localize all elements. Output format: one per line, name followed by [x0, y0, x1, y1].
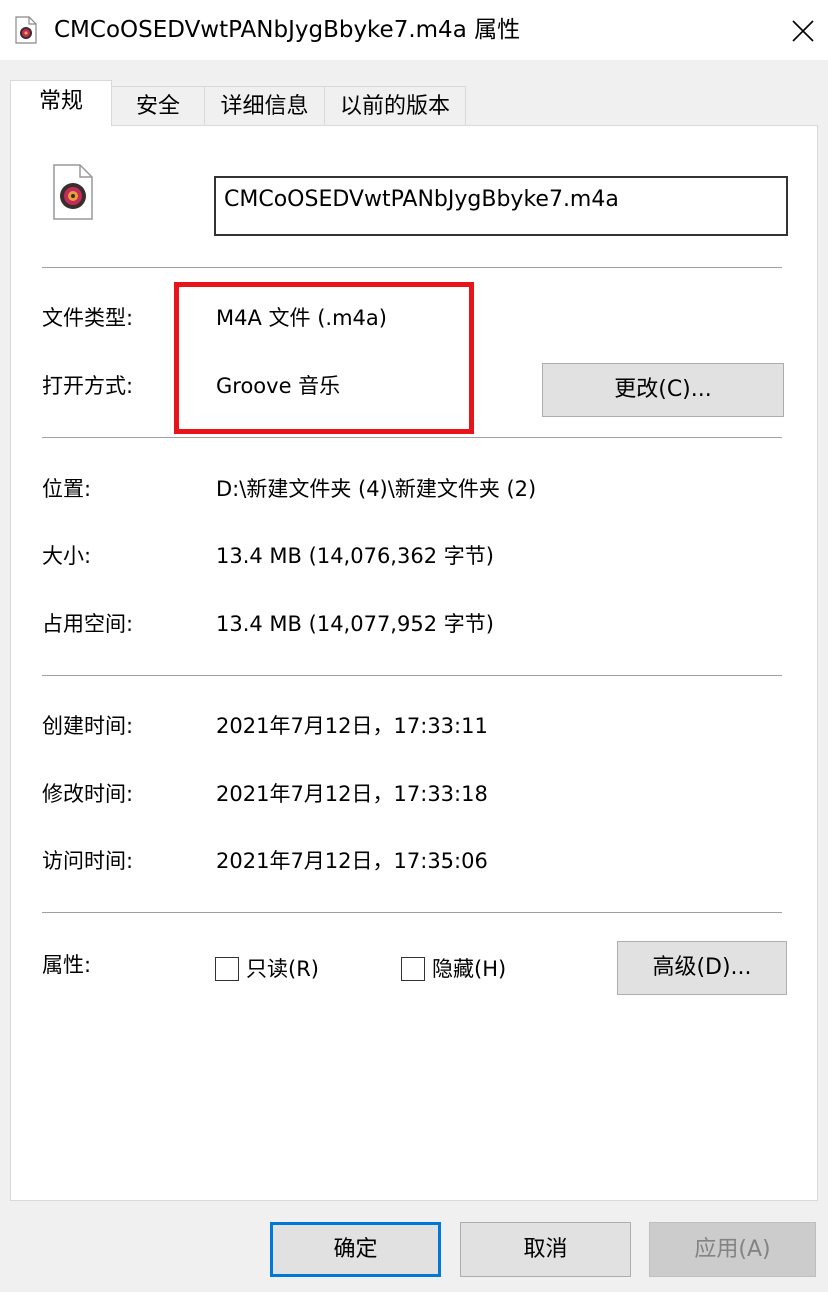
- separator: [42, 675, 782, 676]
- tab-previous-versions[interactable]: 以前的版本: [324, 86, 466, 126]
- readonly-checkbox[interactable]: [215, 957, 239, 981]
- tab-general[interactable]: 常规: [10, 80, 112, 126]
- size-on-disk-value: 13.4 MB (14,077,952 字节): [216, 612, 494, 636]
- location-value: D:\新建文件夹 (4)\新建文件夹 (2): [216, 477, 537, 501]
- file-type-label: 文件类型:: [42, 306, 134, 330]
- apply-button[interactable]: 应用(A): [649, 1222, 816, 1277]
- separator: [42, 437, 782, 438]
- advanced-button[interactable]: 高级(D)...: [617, 941, 787, 995]
- location-label: 位置:: [42, 477, 92, 501]
- tab-security[interactable]: 安全: [111, 86, 205, 126]
- change-button[interactable]: 更改(C)...: [542, 363, 784, 417]
- opens-with-label: 打开方式:: [42, 374, 134, 398]
- file-name-field[interactable]: CMCoOSEDVwtPANbJygBbyke7.m4a: [214, 176, 788, 236]
- readonly-label[interactable]: 只读(R): [246, 954, 319, 984]
- modified-label: 修改时间:: [42, 782, 134, 806]
- close-button[interactable]: [780, 8, 824, 52]
- hidden-label[interactable]: 隐藏(H): [432, 954, 506, 984]
- created-label: 创建时间:: [42, 714, 134, 738]
- modified-value: 2021年7月12日，17:33:18: [216, 782, 488, 806]
- window-title: CMCoOSEDVwtPANbJygBbyke7.m4a 属性: [54, 17, 521, 43]
- size-value: 13.4 MB (14,076,362 字节): [216, 544, 494, 568]
- ok-button[interactable]: 确定: [270, 1222, 441, 1277]
- separator: [42, 912, 782, 913]
- title-bar: CMCoOSEDVwtPANbJygBbyke7.m4a 属性: [0, 0, 828, 60]
- accessed-value: 2021年7月12日，17:35:06: [216, 849, 488, 873]
- cancel-button[interactable]: 取消: [460, 1222, 631, 1277]
- audio-file-icon: [52, 163, 94, 221]
- created-value: 2021年7月12日，17:33:11: [216, 714, 488, 738]
- close-icon: [792, 20, 814, 42]
- audio-file-icon: [14, 16, 38, 44]
- hidden-checkbox[interactable]: [401, 957, 425, 981]
- attributes-label: 属性:: [42, 953, 92, 977]
- size-on-disk-label: 占用空间:: [42, 612, 134, 636]
- tab-details[interactable]: 详细信息: [204, 86, 325, 126]
- accessed-label: 访问时间:: [42, 849, 134, 873]
- red-highlight-box: [174, 282, 474, 434]
- size-label: 大小:: [42, 544, 92, 568]
- separator: [42, 267, 782, 268]
